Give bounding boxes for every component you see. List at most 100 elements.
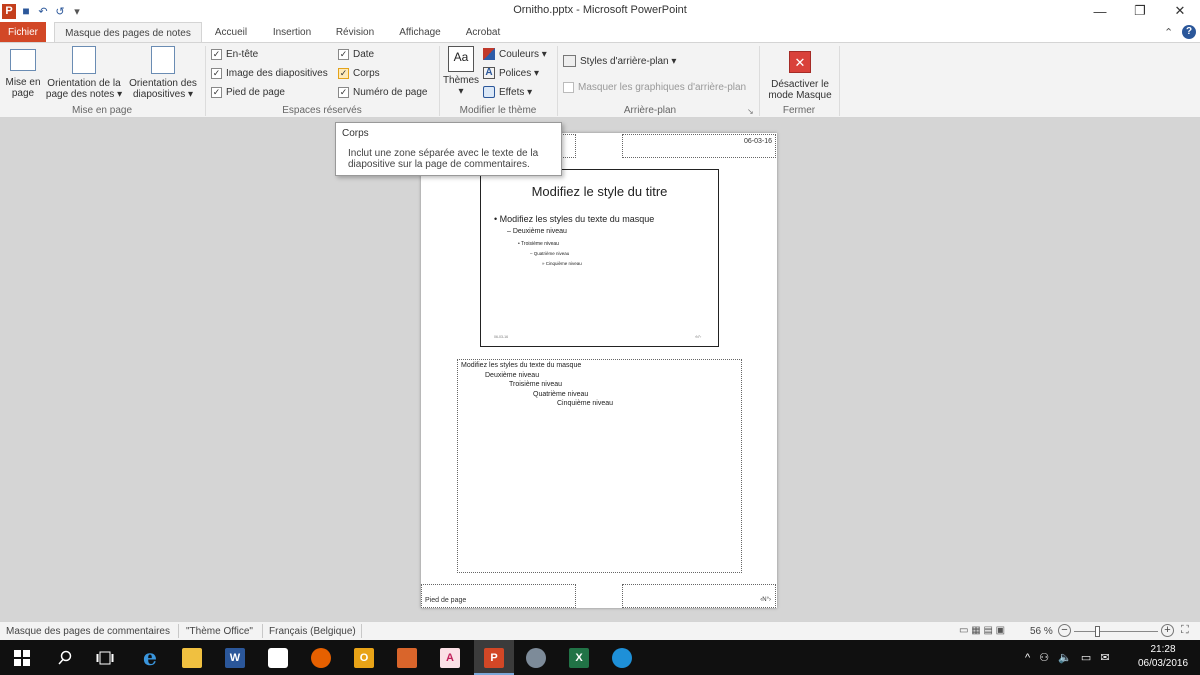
slide-level-1: • Modifiez les styles du texte du masque bbox=[494, 214, 655, 224]
tab-review[interactable]: Révision bbox=[329, 22, 381, 43]
task-view-icon[interactable] bbox=[95, 648, 115, 668]
body-level-5: Cinquième niveau bbox=[557, 400, 614, 407]
tab-home[interactable]: Accueil bbox=[207, 22, 255, 43]
date-label: Date bbox=[353, 48, 375, 60]
background-launcher-icon[interactable]: ↘ bbox=[747, 107, 754, 116]
zoom-level[interactable]: 56 % bbox=[1030, 626, 1053, 637]
date-placeholder[interactable]: 06-03-16 bbox=[622, 134, 776, 158]
restore-button[interactable]: ❐ bbox=[1120, 0, 1160, 22]
close-master-view-button[interactable]: ✕ Désactiver le mode Masque bbox=[762, 46, 838, 101]
group-label-close: Fermer bbox=[782, 105, 816, 116]
placeholders-col-1: ✓ En-tête ✓ Image des diapositives ✓ Pied d… bbox=[211, 47, 328, 99]
zoom-in-button[interactable]: + bbox=[1161, 624, 1174, 637]
media-player-icon[interactable] bbox=[397, 648, 417, 668]
body-check-icon: ✓ bbox=[338, 67, 349, 79]
hide-background-checkbox[interactable]: Masquer les graphiques d'arrière-plan bbox=[563, 80, 746, 94]
page-number-placeholder[interactable]: ‹N°› bbox=[622, 584, 776, 608]
powerpoint-icon[interactable]: P bbox=[484, 648, 504, 668]
close-button[interactable]: ✕ bbox=[1160, 0, 1200, 22]
status-theme[interactable]: "Thème Office" bbox=[186, 626, 253, 637]
status-language[interactable]: Français (Belgique) bbox=[269, 626, 356, 637]
footer-label: Pied de page bbox=[226, 86, 285, 98]
tab-insert[interactable]: Insertion bbox=[264, 22, 320, 43]
background-styles-label: Styles d'arrière-plan ▾ bbox=[580, 55, 677, 67]
page-number-checkbox[interactable]: ✓ Numéro de page bbox=[338, 85, 428, 99]
group-label-placeholders: Espaces réservés bbox=[282, 105, 362, 116]
header-check-icon: ✓ bbox=[211, 48, 222, 60]
notes-orientation-icon bbox=[72, 46, 96, 74]
footer-placeholder[interactable]: Pied de page bbox=[421, 584, 576, 608]
status-divider bbox=[178, 624, 179, 638]
zoom-slider-track[interactable] bbox=[1074, 631, 1158, 632]
status-view-name: Masque des pages de commentaires bbox=[6, 626, 170, 637]
tab-notes-master[interactable]: Masque des pages de notes bbox=[54, 22, 202, 43]
page-setup-button[interactable]: Mise en page bbox=[4, 46, 42, 99]
fonts-button[interactable]: A Polices ▾ bbox=[483, 66, 547, 80]
close-master-label-1: Désactiver le bbox=[771, 79, 829, 90]
effects-button[interactable]: Effets ▾ bbox=[483, 85, 547, 99]
clock[interactable]: 21:28 06/03/2016 bbox=[1133, 643, 1193, 671]
slide-image-checkbox[interactable]: ✓ Image des diapositives bbox=[211, 66, 328, 80]
fonts-icon: A bbox=[483, 67, 495, 79]
edge-legacy-icon[interactable] bbox=[612, 648, 632, 668]
collapse-ribbon-icon[interactable]: ⌃ bbox=[1164, 26, 1173, 39]
edge-browser-icon[interactable]: e bbox=[140, 645, 160, 671]
header-checkbox[interactable]: ✓ En-tête bbox=[211, 47, 328, 61]
word-icon[interactable]: W bbox=[225, 648, 245, 668]
fonts-label: Polices ▾ bbox=[499, 67, 540, 79]
slide-orientation-button[interactable]: Orientation des diapositives ▾ bbox=[125, 46, 201, 100]
footer-text: Pied de page bbox=[425, 597, 467, 604]
group-label-theme: Modifier le thème bbox=[459, 105, 537, 116]
file-explorer-icon[interactable] bbox=[182, 648, 202, 668]
notes-orientation-button[interactable]: Orientation de la page des notes ▾ bbox=[44, 46, 124, 100]
firefox-icon[interactable] bbox=[311, 648, 331, 668]
tooltip-title: Corps bbox=[342, 128, 369, 139]
app-icon[interactable] bbox=[526, 648, 546, 668]
zoom-out-button[interactable]: − bbox=[1058, 624, 1071, 637]
date-check-icon: ✓ bbox=[338, 48, 349, 60]
date-checkbox[interactable]: ✓ Date bbox=[338, 47, 428, 61]
themes-button[interactable]: Aa Thèmes ▾ bbox=[443, 46, 479, 97]
body-checkbox[interactable]: ✓ Corps bbox=[338, 66, 428, 80]
acrobat-icon[interactable]: A bbox=[440, 648, 460, 668]
excel-icon[interactable]: X bbox=[569, 648, 589, 668]
zoom-slider-thumb[interactable] bbox=[1095, 626, 1100, 637]
colors-button[interactable]: Couleurs ▾ bbox=[483, 47, 547, 61]
body-label: Corps bbox=[353, 67, 380, 79]
themes-icon: Aa bbox=[448, 46, 474, 72]
status-divider bbox=[361, 624, 362, 638]
slide-footer-date: 06-03-16 bbox=[494, 335, 509, 339]
group-label-page-setup: Mise en page bbox=[71, 105, 133, 116]
background-styles-button[interactable]: Styles d'arrière-plan ▾ bbox=[563, 54, 676, 68]
slide-level-1-text: Modifiez les styles du texte du masque bbox=[499, 214, 655, 224]
tab-file[interactable]: Fichier bbox=[0, 22, 46, 43]
slide-footer-number: ‹N°› bbox=[695, 335, 702, 339]
store-icon[interactable] bbox=[268, 648, 288, 668]
help-icon[interactable]: ? bbox=[1182, 25, 1196, 39]
slide-orientation-label-1: Orientation des bbox=[129, 78, 197, 89]
hide-background-label: Masquer les graphiques d'arrière-plan bbox=[578, 81, 747, 93]
footer-check-icon: ✓ bbox=[211, 86, 222, 98]
body-level-4: Quatrième niveau bbox=[533, 391, 589, 398]
window-title: Ornitho.pptx - Microsoft PowerPoint bbox=[513, 4, 687, 16]
minimize-button[interactable]: — bbox=[1080, 0, 1120, 22]
tab-acrobat[interactable]: Acrobat bbox=[459, 22, 507, 43]
slide-image-placeholder[interactable]: Modifiez le style du titre • Modifiez le… bbox=[480, 169, 719, 347]
tab-view[interactable]: Affichage bbox=[391, 22, 449, 43]
clock-date: 06/03/2016 bbox=[1137, 658, 1189, 669]
search-icon[interactable] bbox=[55, 648, 75, 668]
outlook-icon[interactable]: O bbox=[354, 648, 374, 668]
body-level-1: Modifiez les styles du texte du masque bbox=[461, 362, 582, 369]
status-divider bbox=[262, 624, 263, 638]
system-tray-icons[interactable]: ^ ⚇ 🔈 ▭ ✉ bbox=[1025, 651, 1113, 664]
footer-checkbox[interactable]: ✓ Pied de page bbox=[211, 85, 328, 99]
windows-start-icon[interactable] bbox=[12, 648, 32, 668]
notes-page: 06-03-16 Modifiez le style du titre • Mo… bbox=[421, 133, 777, 608]
placeholders-col-2: ✓ Date ✓ Corps ✓ Numéro de page bbox=[338, 47, 428, 99]
body-level-3: Troisième niveau bbox=[509, 381, 563, 388]
fit-to-window-icon[interactable]: ⛶ bbox=[1181, 624, 1189, 637]
body-placeholder[interactable]: Modifiez les styles du texte du masque D… bbox=[457, 359, 742, 573]
close-master-label-2: mode Masque bbox=[768, 90, 832, 101]
title-bar: P ■ ↶ ↺ ▾ Ornitho.pptx - Microsoft Power… bbox=[0, 0, 1200, 22]
view-shortcuts-icon[interactable]: ▭ ▦ ▤ ▣ bbox=[959, 625, 1005, 636]
